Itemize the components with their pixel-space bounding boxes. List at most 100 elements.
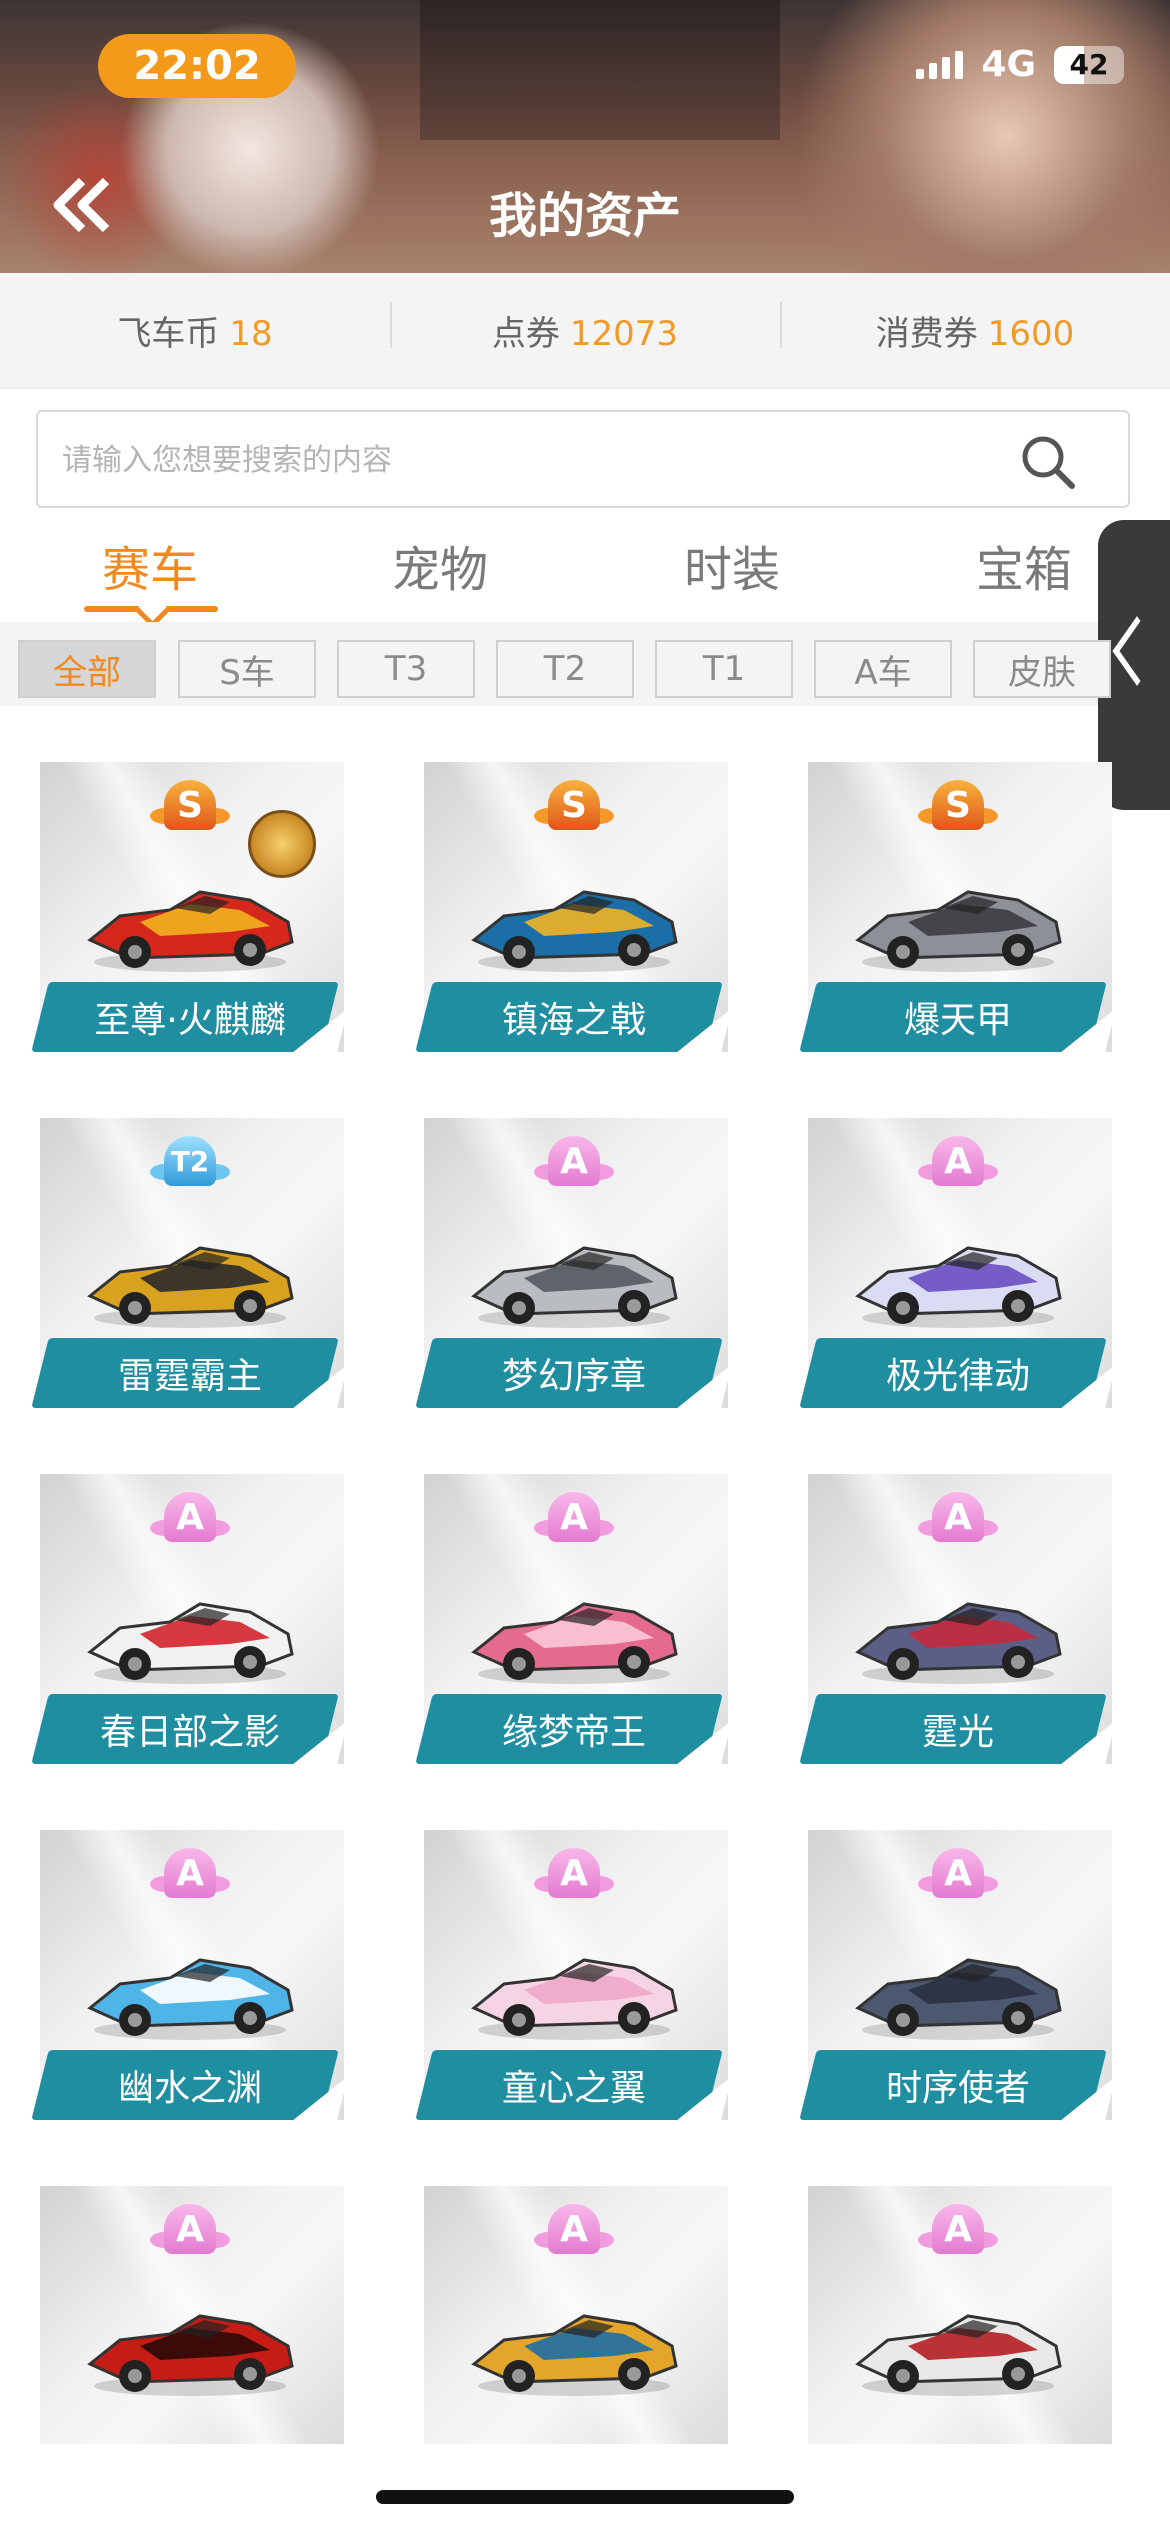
- category-tabs: 赛车 宠物 时装 宝箱: [0, 520, 1100, 629]
- car-card[interactable]: S 爆天甲: [788, 720, 1124, 1052]
- filter-all[interactable]: 全部: [18, 640, 156, 698]
- grade-badge-icon: A: [150, 1848, 230, 1904]
- status-time: 22:02: [98, 34, 296, 98]
- car-grid: S 至尊·火麒麟 S 镇海之戟 S 爆天甲 T2 雷霆霸主 A 梦幻序章 A 极光律动 A 春日部之影 A 缘…: [0, 706, 1170, 2446]
- grade-letter: S: [548, 780, 600, 830]
- car-card[interactable]: A 童心之翼: [404, 1788, 740, 2120]
- grade-letter: S: [932, 780, 984, 830]
- car-card[interactable]: T2 雷霆霸主: [20, 1076, 356, 1408]
- car-card[interactable]: A 幽水之渊: [20, 1788, 356, 2120]
- grade-badge-icon: A: [918, 1848, 998, 1904]
- battery-icon: 42: [1054, 45, 1124, 84]
- balance-bar: 飞车币 18 点券 12073 消费券 1600: [0, 273, 1170, 389]
- page-title: 我的资产: [488, 188, 681, 244]
- balance-label: 点券: [491, 313, 560, 354]
- grade-letter: A: [548, 1136, 600, 1186]
- car-card[interactable]: A: [20, 2144, 356, 2444]
- grade-badge-icon: S: [150, 780, 230, 836]
- car-name: 春日部之影: [99, 1712, 280, 1753]
- car-name: 童心之翼: [501, 2068, 646, 2109]
- search-bar: [36, 410, 1130, 508]
- balance-points: 点券 12073: [390, 301, 780, 355]
- header-banner: 22:02 4G 42 我的资产: [0, 0, 1170, 273]
- grade-letter: A: [548, 1492, 600, 1542]
- car-name: 缘梦帝王: [501, 1712, 646, 1753]
- car-card[interactable]: A: [404, 2144, 740, 2444]
- filter-a-car[interactable]: A车: [814, 640, 952, 698]
- grade-badge-icon: A: [534, 1492, 614, 1548]
- filter-t3[interactable]: T3: [337, 640, 475, 698]
- tab-cars[interactable]: 赛车: [30, 530, 270, 600]
- balance-value: 18: [229, 313, 273, 354]
- grade-badge-icon: S: [918, 780, 998, 836]
- racecar-icon: [87, 1958, 294, 2040]
- car-card[interactable]: S 镇海之戟: [404, 720, 740, 1052]
- filter-s-car[interactable]: S车: [178, 640, 316, 698]
- racecar-icon: [87, 2314, 294, 2396]
- grade-letter: A: [932, 1492, 984, 1542]
- car-name: 时序使者: [885, 2068, 1030, 2109]
- grade-letter: T2: [164, 1136, 216, 1186]
- filter-skins[interactable]: 皮肤: [973, 640, 1111, 698]
- balance-label: 消费券: [875, 313, 978, 354]
- car-card[interactable]: A 极光律动: [788, 1076, 1124, 1408]
- car-card[interactable]: A 春日部之影: [20, 1432, 356, 1764]
- car-card[interactable]: A 霆光: [788, 1432, 1124, 1764]
- search-icon[interactable]: [1018, 432, 1078, 492]
- grade-badge-icon: T2: [150, 1136, 230, 1192]
- racecar-icon: [471, 2314, 678, 2396]
- racecar-icon: [471, 1602, 678, 1684]
- car-name: 雷霆霸主: [117, 1356, 262, 1397]
- search-input[interactable]: [60, 412, 964, 508]
- racecar-icon: [87, 1246, 294, 1328]
- network-type: 4G: [981, 44, 1036, 85]
- tab-pets[interactable]: 宠物: [320, 530, 560, 600]
- balance-label: 飞车币: [117, 313, 220, 354]
- tab-fashion[interactable]: 时装: [612, 530, 852, 600]
- signal-icon: [916, 50, 964, 79]
- grade-badge-icon: A: [534, 1848, 614, 1904]
- car-card[interactable]: A 时序使者: [788, 1788, 1124, 2120]
- car-name: 爆天甲: [903, 1000, 1012, 1041]
- grade-badge-icon: A: [918, 1492, 998, 1548]
- grade-letter: A: [164, 1848, 216, 1898]
- car-card[interactable]: A: [788, 2144, 1124, 2444]
- car-card[interactable]: S 至尊·火麒麟: [20, 720, 356, 1052]
- racecar-icon: [855, 1246, 1062, 1328]
- grade-letter: A: [164, 2204, 216, 2254]
- grade-badge-icon: A: [150, 1492, 230, 1548]
- grade-letter: S: [164, 780, 216, 830]
- racecar-icon: [471, 890, 678, 972]
- grade-letter: A: [932, 2204, 984, 2254]
- balance-value: 1600: [987, 313, 1075, 354]
- grade-letter: A: [548, 1848, 600, 1898]
- filter-t2[interactable]: T2: [496, 640, 634, 698]
- racecar-icon: [855, 890, 1062, 972]
- banner-art: [420, 0, 780, 140]
- racecar-icon: [855, 1602, 1062, 1684]
- grade-letter: A: [548, 2204, 600, 2254]
- filter-bar: 全部 S车 T3 T2 T1 A车 皮肤: [0, 622, 1111, 706]
- car-card[interactable]: A 梦幻序章: [404, 1076, 740, 1408]
- car-name: 梦幻序章: [501, 1356, 646, 1397]
- filter-t1[interactable]: T1: [655, 640, 793, 698]
- car-name: 极光律动: [885, 1356, 1030, 1397]
- grade-letter: A: [932, 1136, 984, 1186]
- home-indicator: [376, 2490, 794, 2504]
- racecar-icon: [855, 2314, 1062, 2396]
- grade-letter: A: [932, 1848, 984, 1898]
- status-indicators: 4G 42: [916, 44, 1124, 85]
- balance-coins: 飞车币 18: [0, 306, 390, 355]
- car-name: 至尊·火麒麟: [94, 1000, 286, 1041]
- car-name: 幽水之渊: [117, 2068, 262, 2109]
- car-name: 霆光: [921, 1712, 994, 1753]
- grade-badge-icon: A: [534, 2204, 614, 2260]
- car-card[interactable]: A 缘梦帝王: [404, 1432, 740, 1764]
- grade-letter: A: [164, 1492, 216, 1542]
- grade-badge-icon: A: [918, 2204, 998, 2260]
- balance-value: 12073: [569, 313, 679, 354]
- racecar-icon: [87, 1602, 294, 1684]
- grade-badge-icon: A: [918, 1136, 998, 1192]
- battery-level: 42: [1069, 48, 1109, 81]
- grade-badge-icon: S: [534, 780, 614, 836]
